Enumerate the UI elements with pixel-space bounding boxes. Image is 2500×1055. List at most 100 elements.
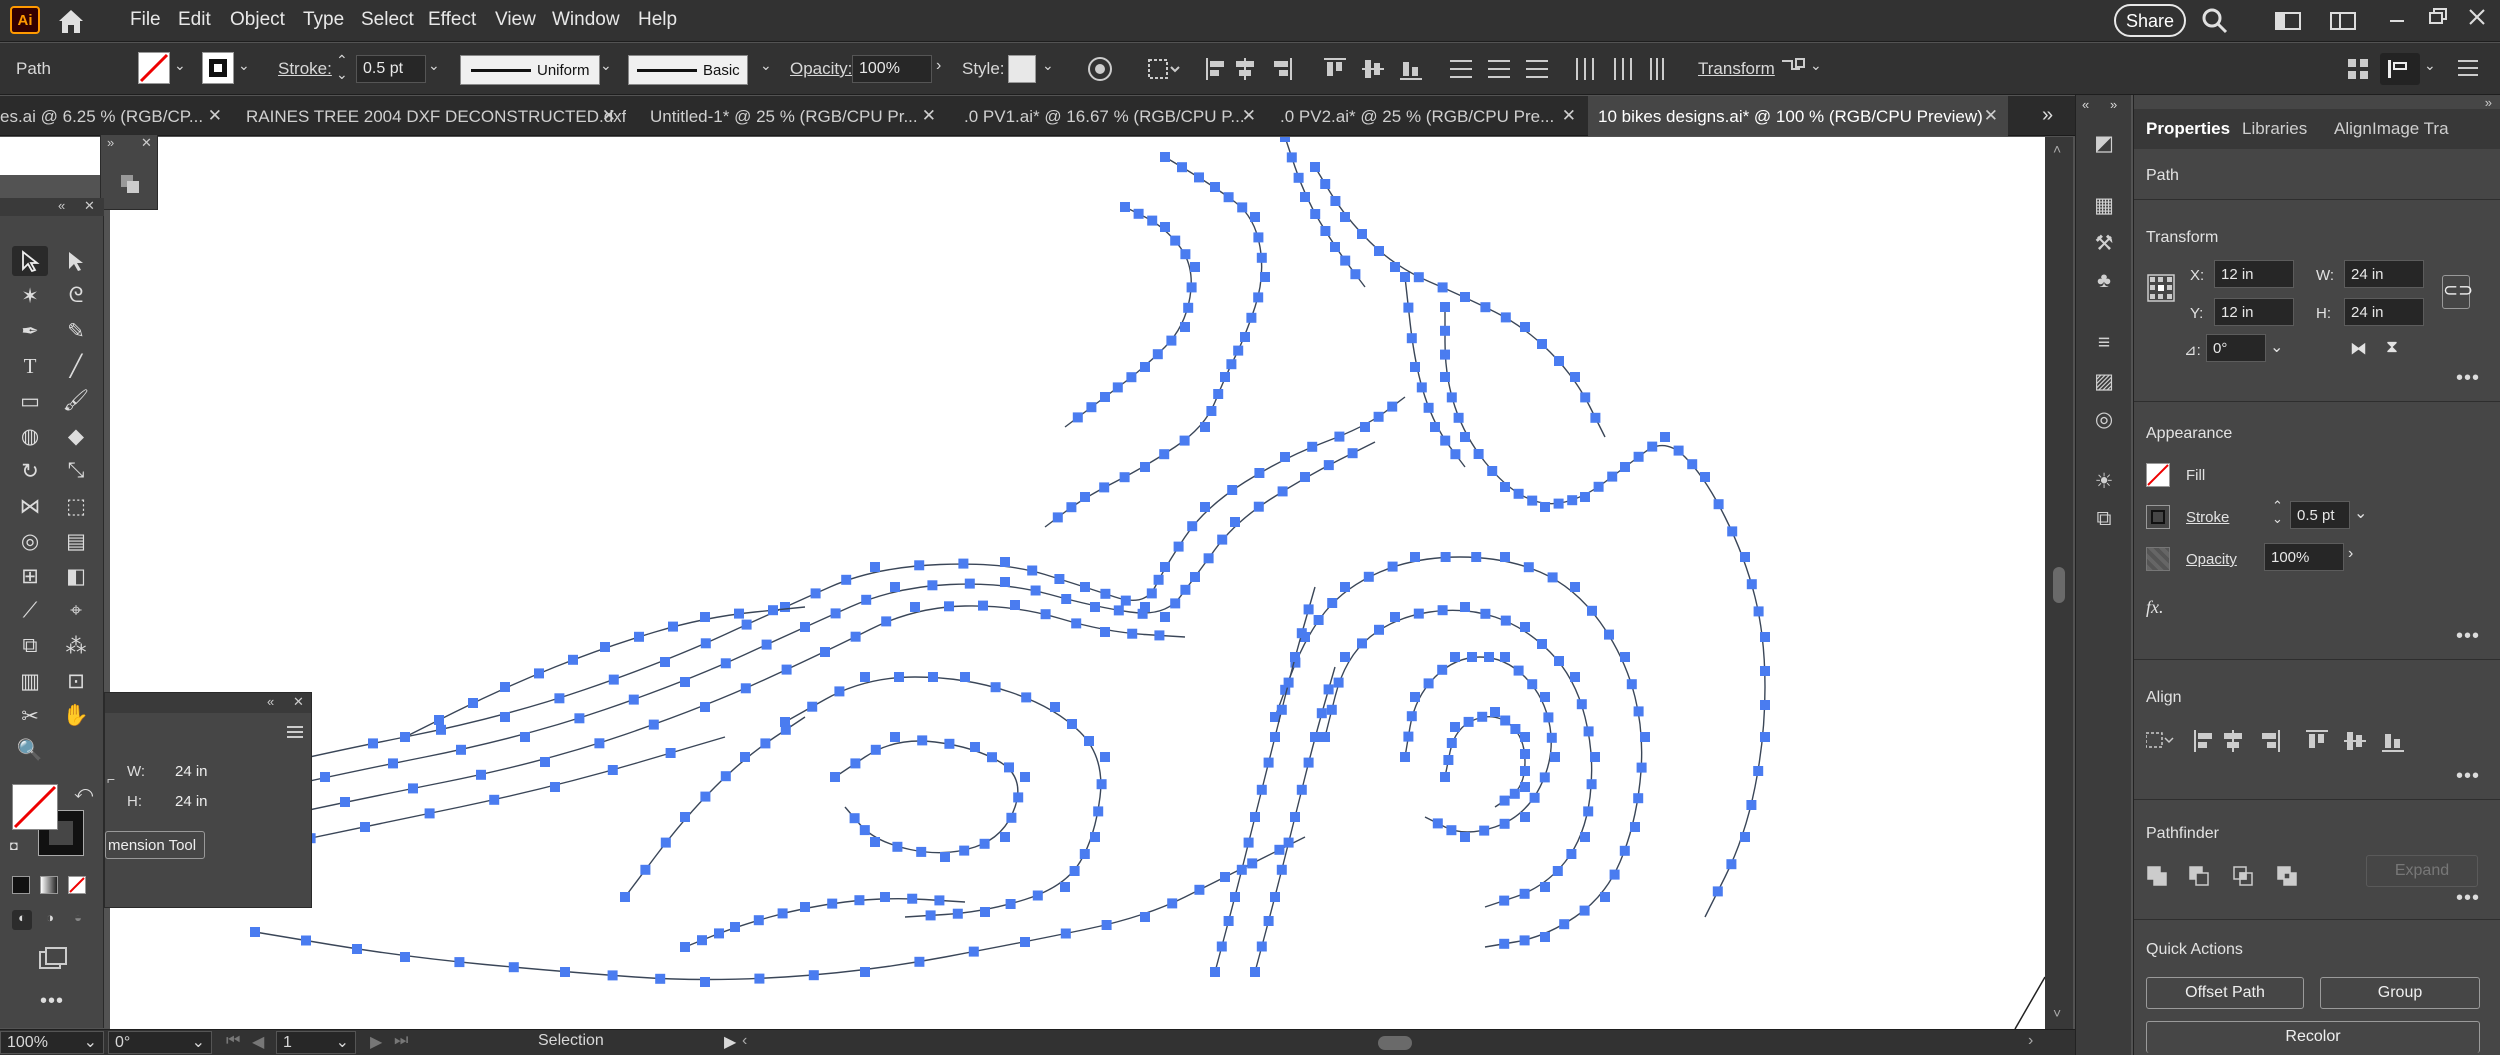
anchor-point[interactable]: [1437, 664, 1448, 675]
anchor-point[interactable]: [250, 927, 260, 937]
anchor-point[interactable]: [916, 846, 927, 857]
anchor-point[interactable]: [1223, 916, 1234, 926]
anchor-point[interactable]: [800, 902, 810, 912]
anchor-point[interactable]: [1410, 362, 1420, 372]
anchor-point[interactable]: [1440, 325, 1450, 336]
arrange-documents-icon[interactable]: [2330, 10, 2356, 32]
anchor-point[interactable]: [1152, 349, 1163, 360]
anchor-point[interactable]: [1559, 919, 1570, 930]
anchor-point[interactable]: [1290, 652, 1300, 662]
anchor-point[interactable]: [820, 647, 830, 657]
anchor-point[interactable]: [1052, 512, 1063, 523]
expand-panels-icon[interactable]: «: [2082, 97, 2089, 112]
free-transform-tool[interactable]: ⬚: [58, 491, 94, 521]
anchor-point[interactable]: [720, 771, 731, 782]
fill-color-swatch[interactable]: [12, 784, 58, 830]
anchor-point[interactable]: [436, 724, 446, 735]
anchor-point[interactable]: [1203, 553, 1214, 564]
anchor-point[interactable]: [1626, 679, 1637, 690]
flip-vertical-icon[interactable]: ⧗: [2386, 337, 2398, 357]
anchor-point[interactable]: [1166, 335, 1177, 346]
anchor-point[interactable]: [408, 783, 418, 794]
artwork-path[interactable]: [184, 605, 1186, 838]
anchor-point[interactable]: [780, 602, 790, 612]
anchor-point[interactable]: [940, 852, 950, 862]
anchor-point[interactable]: [1280, 137, 1290, 142]
anchor-point[interactable]: [979, 838, 990, 849]
type-tool[interactable]: T: [12, 351, 48, 381]
anchor-point[interactable]: [1450, 449, 1461, 460]
anchor-point[interactable]: [1067, 719, 1077, 729]
anchor-point[interactable]: [1753, 606, 1764, 617]
anchor-point[interactable]: [892, 841, 903, 852]
anchor-point[interactable]: [1293, 172, 1304, 183]
stroke-weight-field[interactable]: 0.5 pt: [356, 55, 426, 83]
anchor-point[interactable]: [1432, 818, 1443, 829]
flip-horizontal-icon[interactable]: ⧓: [2350, 339, 2367, 359]
anchor-point[interactable]: [834, 686, 845, 697]
swap-fill-stroke-icon[interactable]: ⤺: [74, 782, 93, 803]
anchor-point[interactable]: [1246, 312, 1257, 323]
gradient-mode-icon[interactable]: [40, 876, 58, 894]
anchor-point[interactable]: [959, 845, 970, 856]
chevron-down-icon[interactable]: ⌄: [760, 57, 772, 74]
opacity-label[interactable]: Opacity: [2186, 551, 2237, 568]
anchor-point[interactable]: [1326, 704, 1337, 715]
anchor-point[interactable]: [1167, 898, 1178, 909]
scroll-left-icon[interactable]: ‹: [742, 1032, 747, 1050]
anchor-point[interactable]: [1340, 652, 1350, 662]
anchor-point[interactable]: [781, 664, 792, 675]
anchor-point[interactable]: [807, 701, 818, 712]
width-tool[interactable]: ⋈: [12, 491, 48, 521]
next-artboard-icon[interactable]: ▶: [370, 1032, 382, 1052]
anchor-point[interactable]: [1160, 152, 1170, 162]
anchor-point[interactable]: [1206, 406, 1217, 416]
anchor-point[interactable]: [1403, 302, 1414, 313]
anchor-point[interactable]: [340, 797, 350, 807]
anchor-point[interactable]: [780, 724, 791, 735]
anchor-point[interactable]: [1000, 832, 1010, 842]
anchor-point[interactable]: [1760, 700, 1770, 710]
anchor-point[interactable]: [914, 560, 925, 571]
close-icon[interactable]: ✕: [1984, 106, 1998, 126]
anchor-point[interactable]: [1276, 704, 1287, 715]
anchor-point[interactable]: [1170, 598, 1181, 609]
anchor-point[interactable]: [1334, 431, 1345, 442]
anchor-point[interactable]: [360, 822, 370, 832]
anchor-point[interactable]: [978, 600, 988, 611]
anchor-point[interactable]: [1340, 212, 1350, 222]
anchor-point[interactable]: [660, 657, 670, 667]
anchor-point[interactable]: [1403, 731, 1414, 742]
anchor-point[interactable]: [1400, 752, 1410, 762]
anchor-point[interactable]: [1579, 905, 1590, 916]
anchor-point[interactable]: [1552, 866, 1563, 876]
anchor-point[interactable]: [1127, 628, 1138, 639]
anchor-point[interactable]: [400, 732, 410, 742]
anchor-point[interactable]: [1480, 302, 1491, 313]
rotate-tool[interactable]: ↻: [12, 456, 48, 486]
anchor-point[interactable]: [1120, 202, 1130, 212]
anchor-point[interactable]: [1307, 441, 1318, 452]
anchor-point[interactable]: [1460, 602, 1470, 612]
anchor-point[interactable]: [1250, 212, 1260, 222]
anchor-point[interactable]: [368, 738, 378, 749]
anchor-point[interactable]: [1183, 302, 1194, 313]
rotate-view-field[interactable]: 0° ⌄: [108, 1031, 212, 1054]
anchor-point[interactable]: [1554, 356, 1564, 366]
more-options-icon[interactable]: •••: [2456, 625, 2480, 648]
anchor-point[interactable]: [680, 677, 690, 687]
rotate-field[interactable]: 0°: [2206, 334, 2266, 362]
anchor-point[interactable]: [1333, 677, 1344, 688]
anchor-point[interactable]: [1270, 732, 1280, 742]
anchor-point[interactable]: [1323, 684, 1334, 695]
anchor-point[interactable]: [1413, 608, 1424, 619]
anchor-point[interactable]: [1633, 706, 1644, 717]
anchor-point[interactable]: [1226, 359, 1237, 370]
anchor-point[interactable]: [1619, 845, 1630, 856]
anchor-point[interactable]: [1300, 472, 1310, 482]
stroke-swatch[interactable]: [202, 52, 234, 84]
anchor-point[interactable]: [1423, 678, 1434, 689]
anchor-point[interactable]: [1327, 598, 1338, 608]
draw-inside-icon[interactable]: ◒: [68, 910, 88, 930]
stroke-label[interactable]: Stroke:: [278, 59, 332, 79]
